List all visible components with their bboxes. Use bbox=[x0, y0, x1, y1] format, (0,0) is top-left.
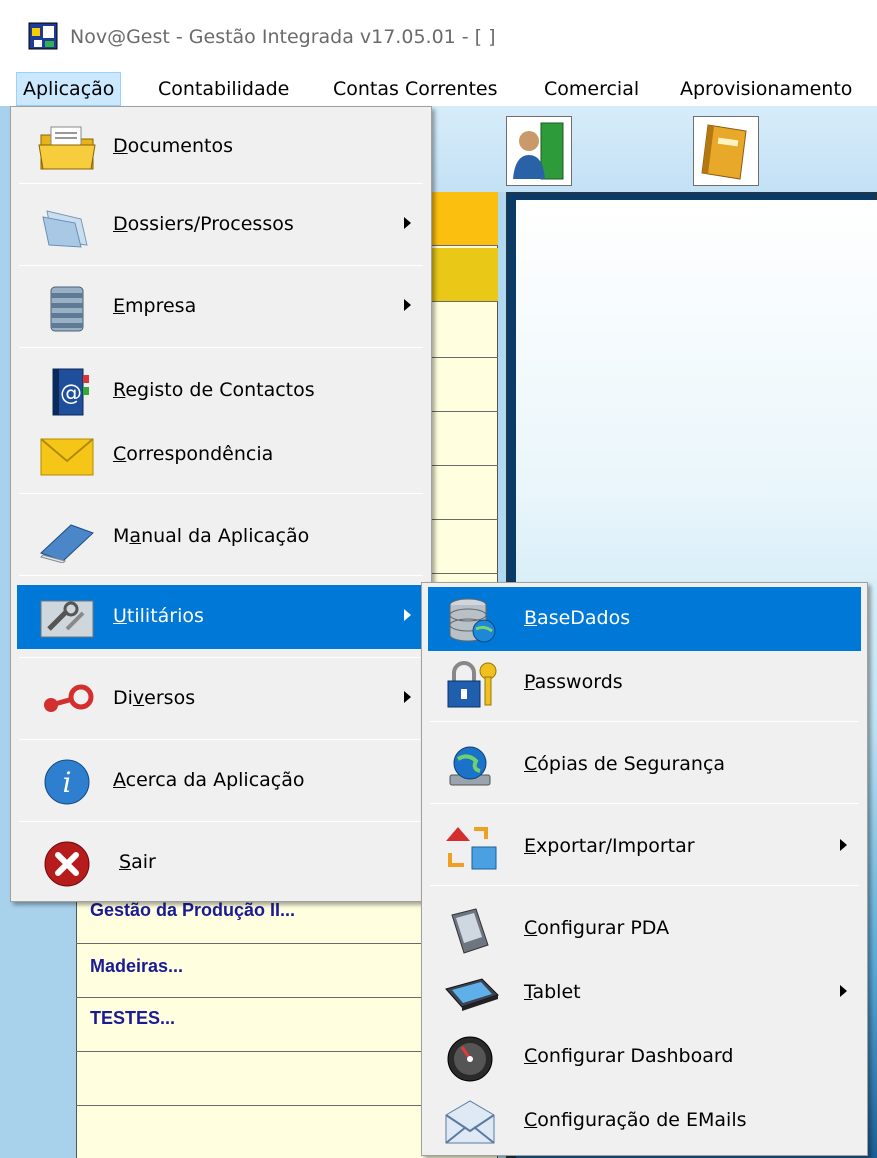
menu-separator bbox=[19, 739, 423, 740]
menu-separator bbox=[19, 183, 423, 184]
menu-separator bbox=[19, 821, 423, 822]
menu-item-sair[interactable]: Sair bbox=[17, 831, 425, 895]
list-item-label[interactable]: Gestão da Produção II... bbox=[90, 900, 295, 921]
menu-separator bbox=[430, 885, 859, 886]
menu-item-diversos[interactable]: Diversos bbox=[17, 667, 425, 731]
padlock-key-icon bbox=[442, 659, 502, 709]
menu-separator bbox=[430, 803, 859, 804]
list-item-label[interactable]: TESTES... bbox=[90, 1008, 175, 1029]
contacts-toolbar-button[interactable] bbox=[506, 116, 572, 186]
menu-contabilidade[interactable]: Contabilidade bbox=[152, 72, 295, 106]
menu-item-registo-contactos[interactable]: @ Registo de Contactos bbox=[17, 359, 425, 423]
menu-separator bbox=[19, 347, 423, 348]
menu-item-empresa[interactable]: Empresa bbox=[17, 275, 425, 339]
envelope-icon bbox=[37, 431, 97, 481]
tablet-icon bbox=[442, 969, 502, 1019]
contacts-book-icon: @ bbox=[37, 367, 97, 417]
menu-aplicacao[interactable]: Aplicação bbox=[16, 72, 122, 106]
menu-item-tablet[interactable]: Tablet bbox=[428, 961, 861, 1025]
utilities-tools-icon bbox=[37, 593, 97, 643]
submenu-arrow-icon bbox=[404, 691, 411, 703]
menu-item-configuracao-emails[interactable]: Configuração de EMails bbox=[428, 1089, 861, 1153]
svg-text:i: i bbox=[63, 766, 72, 799]
menu-item-basedados[interactable]: BaseDados bbox=[428, 587, 861, 651]
menu-item-utilitarios[interactable]: Utilitários bbox=[17, 585, 425, 649]
menu-item-copias-seguranca[interactable]: Cópias de Segurança bbox=[428, 733, 861, 797]
menu-separator bbox=[19, 493, 423, 494]
submenu-arrow-icon bbox=[404, 299, 411, 311]
export-import-icon bbox=[442, 823, 502, 873]
menu-item-manual-aplicacao[interactable]: Manual da Aplicação bbox=[17, 505, 425, 569]
menu-item-configurar-dashboard[interactable]: Configurar Dashboard bbox=[428, 1025, 861, 1089]
utilitarios-submenu: BaseDados Passwords Cópias de Segurança bbox=[421, 582, 868, 1156]
agenda-toolbar-button[interactable] bbox=[693, 116, 759, 186]
dashboard-gauge-icon bbox=[442, 1033, 502, 1083]
person-door-icon bbox=[513, 122, 564, 180]
app-icon bbox=[28, 22, 58, 50]
menu-comercial[interactable]: Comercial bbox=[538, 72, 645, 106]
info-icon: i bbox=[37, 757, 97, 807]
menu-item-correspondencia[interactable]: Correspondência bbox=[17, 423, 425, 487]
submenu-arrow-icon bbox=[840, 985, 847, 997]
title-bar: Nov@Gest - Gestão Integrada v17.05.01 - … bbox=[0, 0, 877, 72]
menu-separator bbox=[19, 265, 423, 266]
email-config-icon bbox=[442, 1097, 502, 1147]
company-building-icon bbox=[37, 283, 97, 333]
menu-item-acerca-aplicacao[interactable]: i Acerca da Aplicação bbox=[17, 749, 425, 813]
manual-book-icon bbox=[37, 513, 97, 564]
menu-bar: Aplicação Contabilidade Contas Correntes… bbox=[0, 72, 877, 106]
menu-item-dossiers-processos[interactable]: Dossiers/Processos bbox=[17, 193, 425, 257]
menu-item-exportar-importar[interactable]: Exportar/Importar bbox=[428, 815, 861, 879]
menu-separator bbox=[430, 721, 859, 722]
menu-separator bbox=[19, 575, 423, 576]
window-title: Nov@Gest - Gestão Integrada v17.05.01 - … bbox=[70, 26, 496, 48]
misc-icon bbox=[37, 675, 97, 725]
exit-icon bbox=[37, 839, 97, 889]
list-item-label[interactable]: Madeiras... bbox=[90, 956, 183, 977]
menu-item-configurar-pda[interactable]: Configurar PDA bbox=[428, 897, 861, 961]
agenda-book-icon bbox=[701, 124, 747, 180]
menu-contas-correntes[interactable]: Contas Correntes bbox=[327, 72, 504, 106]
submenu-arrow-icon bbox=[404, 609, 411, 621]
menu-item-passwords[interactable]: Passwords bbox=[428, 651, 861, 715]
svg-text:@: @ bbox=[60, 381, 82, 406]
folder-documents-icon bbox=[37, 123, 97, 173]
app-toolbar bbox=[420, 106, 877, 192]
menu-aprovisionamento[interactable]: Aprovisionamento bbox=[674, 72, 858, 106]
menu-item-documentos[interactable]: Documentos bbox=[17, 115, 425, 179]
menu-separator bbox=[19, 657, 423, 658]
dossiers-icon bbox=[37, 201, 97, 251]
submenu-arrow-icon bbox=[840, 839, 847, 851]
pda-icon bbox=[442, 905, 502, 955]
submenu-arrow-icon bbox=[404, 217, 411, 229]
database-icon bbox=[442, 595, 502, 645]
backup-globe-icon bbox=[442, 741, 502, 791]
aplicacao-menu: Documentos Dossiers/Processos Empresa @ … bbox=[10, 106, 432, 902]
